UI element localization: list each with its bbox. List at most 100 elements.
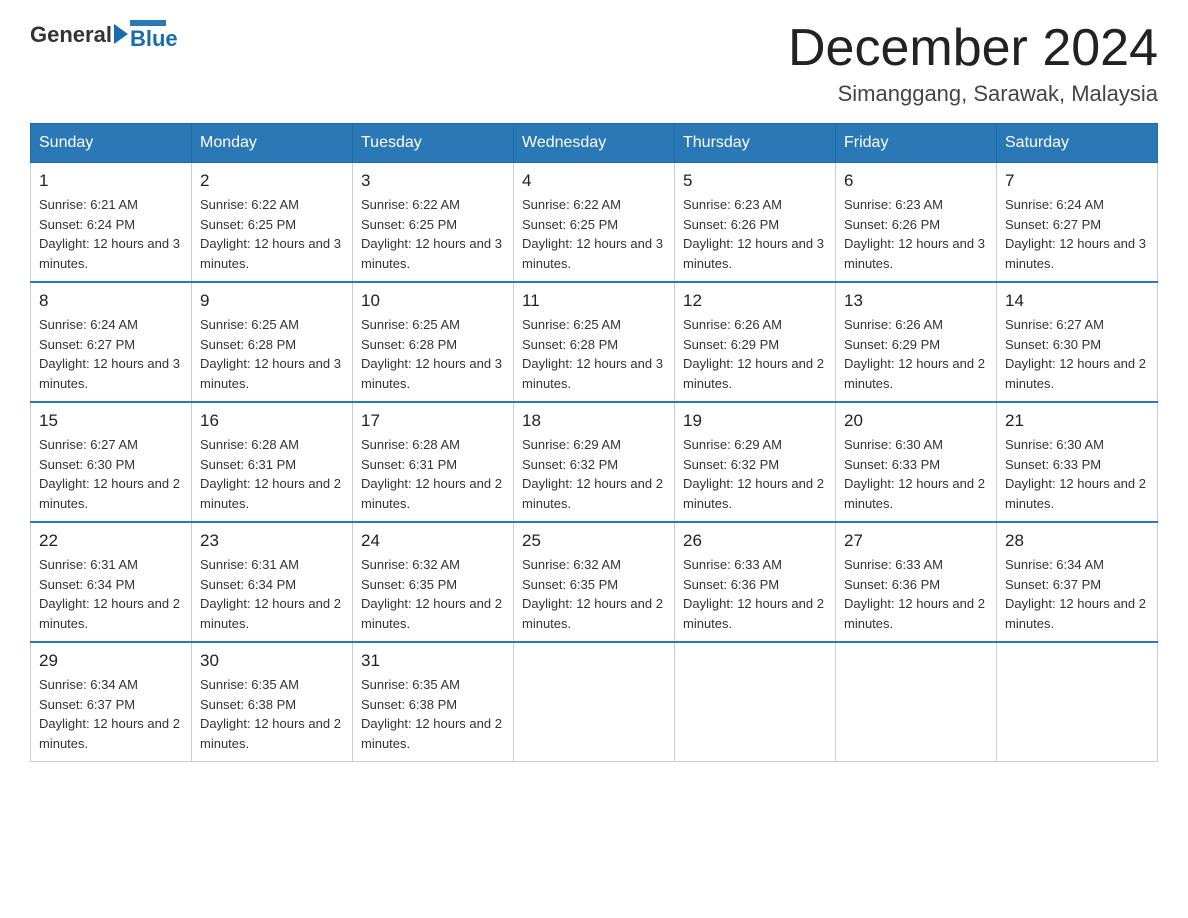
- calendar-header-row: SundayMondayTuesdayWednesdayThursdayFrid…: [31, 124, 1158, 163]
- calendar-cell: 30 Sunrise: 6:35 AM Sunset: 6:38 PM Dayl…: [192, 642, 353, 762]
- day-info: Sunrise: 6:25 AM Sunset: 6:28 PM Dayligh…: [361, 315, 505, 393]
- day-info: Sunrise: 6:23 AM Sunset: 6:26 PM Dayligh…: [683, 195, 827, 273]
- calendar-cell: 4 Sunrise: 6:22 AM Sunset: 6:25 PM Dayli…: [514, 163, 675, 283]
- day-info: Sunrise: 6:33 AM Sunset: 6:36 PM Dayligh…: [844, 555, 988, 633]
- day-info: Sunrise: 6:27 AM Sunset: 6:30 PM Dayligh…: [1005, 315, 1149, 393]
- day-number: 28: [1005, 531, 1149, 551]
- day-info: Sunrise: 6:34 AM Sunset: 6:37 PM Dayligh…: [1005, 555, 1149, 633]
- day-info: Sunrise: 6:26 AM Sunset: 6:29 PM Dayligh…: [844, 315, 988, 393]
- calendar-table: SundayMondayTuesdayWednesdayThursdayFrid…: [30, 123, 1158, 762]
- calendar-cell: 18 Sunrise: 6:29 AM Sunset: 6:32 PM Dayl…: [514, 402, 675, 522]
- logo: General Blue: [30, 20, 178, 50]
- day-info: Sunrise: 6:32 AM Sunset: 6:35 PM Dayligh…: [361, 555, 505, 633]
- calendar-cell: [836, 642, 997, 762]
- day-number: 19: [683, 411, 827, 431]
- calendar-week-row: 8 Sunrise: 6:24 AM Sunset: 6:27 PM Dayli…: [31, 282, 1158, 402]
- day-number: 5: [683, 171, 827, 191]
- day-number: 14: [1005, 291, 1149, 311]
- day-info: Sunrise: 6:32 AM Sunset: 6:35 PM Dayligh…: [522, 555, 666, 633]
- day-number: 30: [200, 651, 344, 671]
- logo-text-blue: Blue: [130, 28, 178, 50]
- day-info: Sunrise: 6:22 AM Sunset: 6:25 PM Dayligh…: [361, 195, 505, 273]
- day-number: 18: [522, 411, 666, 431]
- calendar-week-row: 15 Sunrise: 6:27 AM Sunset: 6:30 PM Dayl…: [31, 402, 1158, 522]
- col-header-tuesday: Tuesday: [353, 124, 514, 163]
- location-title: Simanggang, Sarawak, Malaysia: [788, 81, 1158, 107]
- day-number: 11: [522, 291, 666, 311]
- calendar-cell: 19 Sunrise: 6:29 AM Sunset: 6:32 PM Dayl…: [675, 402, 836, 522]
- calendar-cell: [997, 642, 1158, 762]
- calendar-cell: 15 Sunrise: 6:27 AM Sunset: 6:30 PM Dayl…: [31, 402, 192, 522]
- calendar-cell: [675, 642, 836, 762]
- calendar-week-row: 29 Sunrise: 6:34 AM Sunset: 6:37 PM Dayl…: [31, 642, 1158, 762]
- day-number: 6: [844, 171, 988, 191]
- day-info: Sunrise: 6:35 AM Sunset: 6:38 PM Dayligh…: [200, 675, 344, 753]
- day-number: 12: [683, 291, 827, 311]
- day-info: Sunrise: 6:22 AM Sunset: 6:25 PM Dayligh…: [522, 195, 666, 273]
- day-info: Sunrise: 6:28 AM Sunset: 6:31 PM Dayligh…: [361, 435, 505, 513]
- day-number: 4: [522, 171, 666, 191]
- col-header-monday: Monday: [192, 124, 353, 163]
- calendar-cell: 31 Sunrise: 6:35 AM Sunset: 6:38 PM Dayl…: [353, 642, 514, 762]
- calendar-cell: 6 Sunrise: 6:23 AM Sunset: 6:26 PM Dayli…: [836, 163, 997, 283]
- calendar-cell: 23 Sunrise: 6:31 AM Sunset: 6:34 PM Dayl…: [192, 522, 353, 642]
- calendar-cell: 20 Sunrise: 6:30 AM Sunset: 6:33 PM Dayl…: [836, 402, 997, 522]
- col-header-sunday: Sunday: [31, 124, 192, 163]
- calendar-cell: 3 Sunrise: 6:22 AM Sunset: 6:25 PM Dayli…: [353, 163, 514, 283]
- day-number: 3: [361, 171, 505, 191]
- col-header-friday: Friday: [836, 124, 997, 163]
- day-number: 27: [844, 531, 988, 551]
- calendar-cell: 2 Sunrise: 6:22 AM Sunset: 6:25 PM Dayli…: [192, 163, 353, 283]
- day-info: Sunrise: 6:30 AM Sunset: 6:33 PM Dayligh…: [844, 435, 988, 513]
- day-number: 23: [200, 531, 344, 551]
- calendar-cell: 28 Sunrise: 6:34 AM Sunset: 6:37 PM Dayl…: [997, 522, 1158, 642]
- day-info: Sunrise: 6:21 AM Sunset: 6:24 PM Dayligh…: [39, 195, 183, 273]
- calendar-cell: 16 Sunrise: 6:28 AM Sunset: 6:31 PM Dayl…: [192, 402, 353, 522]
- month-title: December 2024: [788, 20, 1158, 77]
- calendar-cell: 24 Sunrise: 6:32 AM Sunset: 6:35 PM Dayl…: [353, 522, 514, 642]
- col-header-wednesday: Wednesday: [514, 124, 675, 163]
- day-number: 25: [522, 531, 666, 551]
- calendar-week-row: 1 Sunrise: 6:21 AM Sunset: 6:24 PM Dayli…: [31, 163, 1158, 283]
- day-info: Sunrise: 6:29 AM Sunset: 6:32 PM Dayligh…: [522, 435, 666, 513]
- calendar-cell: 12 Sunrise: 6:26 AM Sunset: 6:29 PM Dayl…: [675, 282, 836, 402]
- day-info: Sunrise: 6:30 AM Sunset: 6:33 PM Dayligh…: [1005, 435, 1149, 513]
- day-number: 31: [361, 651, 505, 671]
- calendar-cell: 11 Sunrise: 6:25 AM Sunset: 6:28 PM Dayl…: [514, 282, 675, 402]
- day-info: Sunrise: 6:24 AM Sunset: 6:27 PM Dayligh…: [39, 315, 183, 393]
- calendar-cell: 21 Sunrise: 6:30 AM Sunset: 6:33 PM Dayl…: [997, 402, 1158, 522]
- day-number: 1: [39, 171, 183, 191]
- calendar-cell: 7 Sunrise: 6:24 AM Sunset: 6:27 PM Dayli…: [997, 163, 1158, 283]
- day-number: 7: [1005, 171, 1149, 191]
- day-number: 2: [200, 171, 344, 191]
- logo-text-general: General: [30, 22, 112, 48]
- calendar-cell: 8 Sunrise: 6:24 AM Sunset: 6:27 PM Dayli…: [31, 282, 192, 402]
- calendar-cell: 22 Sunrise: 6:31 AM Sunset: 6:34 PM Dayl…: [31, 522, 192, 642]
- calendar-cell: 17 Sunrise: 6:28 AM Sunset: 6:31 PM Dayl…: [353, 402, 514, 522]
- day-info: Sunrise: 6:23 AM Sunset: 6:26 PM Dayligh…: [844, 195, 988, 273]
- calendar-cell: 14 Sunrise: 6:27 AM Sunset: 6:30 PM Dayl…: [997, 282, 1158, 402]
- day-number: 29: [39, 651, 183, 671]
- day-info: Sunrise: 6:34 AM Sunset: 6:37 PM Dayligh…: [39, 675, 183, 753]
- day-number: 22: [39, 531, 183, 551]
- day-number: 8: [39, 291, 183, 311]
- calendar-cell: 9 Sunrise: 6:25 AM Sunset: 6:28 PM Dayli…: [192, 282, 353, 402]
- day-number: 24: [361, 531, 505, 551]
- calendar-cell: 27 Sunrise: 6:33 AM Sunset: 6:36 PM Dayl…: [836, 522, 997, 642]
- day-info: Sunrise: 6:33 AM Sunset: 6:36 PM Dayligh…: [683, 555, 827, 633]
- calendar-cell: 13 Sunrise: 6:26 AM Sunset: 6:29 PM Dayl…: [836, 282, 997, 402]
- day-info: Sunrise: 6:25 AM Sunset: 6:28 PM Dayligh…: [522, 315, 666, 393]
- col-header-saturday: Saturday: [997, 124, 1158, 163]
- calendar-cell: 5 Sunrise: 6:23 AM Sunset: 6:26 PM Dayli…: [675, 163, 836, 283]
- calendar-cell: 26 Sunrise: 6:33 AM Sunset: 6:36 PM Dayl…: [675, 522, 836, 642]
- calendar-cell: 10 Sunrise: 6:25 AM Sunset: 6:28 PM Dayl…: [353, 282, 514, 402]
- title-area: December 2024 Simanggang, Sarawak, Malay…: [788, 20, 1158, 107]
- day-info: Sunrise: 6:27 AM Sunset: 6:30 PM Dayligh…: [39, 435, 183, 513]
- day-number: 21: [1005, 411, 1149, 431]
- day-number: 16: [200, 411, 344, 431]
- day-info: Sunrise: 6:22 AM Sunset: 6:25 PM Dayligh…: [200, 195, 344, 273]
- logo-triangle-icon: [114, 24, 128, 44]
- day-info: Sunrise: 6:35 AM Sunset: 6:38 PM Dayligh…: [361, 675, 505, 753]
- day-number: 20: [844, 411, 988, 431]
- calendar-cell: 29 Sunrise: 6:34 AM Sunset: 6:37 PM Dayl…: [31, 642, 192, 762]
